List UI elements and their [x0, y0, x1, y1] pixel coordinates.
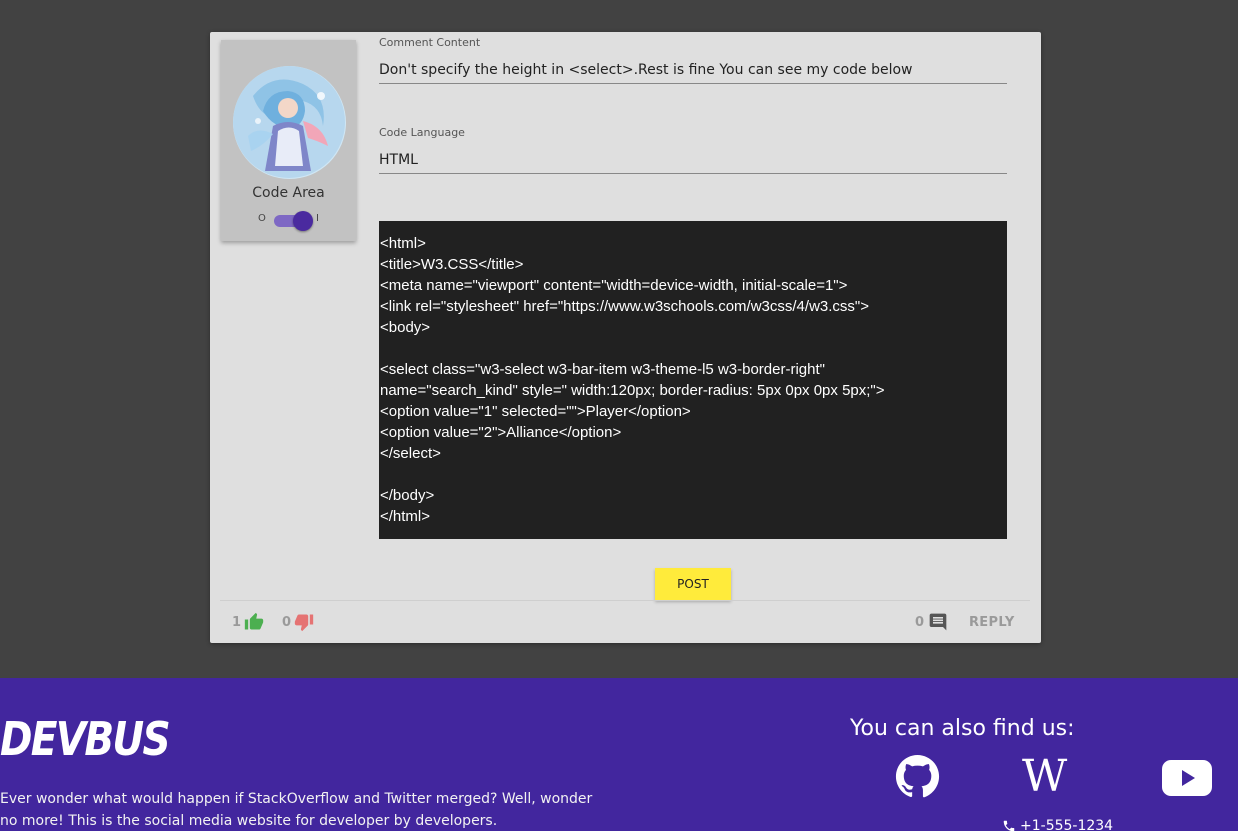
site-footer: DEVBUS Ever wonder what would happen if …: [0, 678, 1238, 831]
github-icon[interactable]: [895, 754, 940, 799]
avatar: [233, 66, 346, 179]
code-editor[interactable]: <html> <title>W3.CSS</title> <meta name=…: [379, 221, 1007, 539]
wikipedia-icon[interactable]: W: [1022, 752, 1067, 802]
phone-number: +1-555-1234: [1020, 818, 1114, 831]
code-area-label: Code Area: [252, 185, 325, 201]
toggle-knob[interactable]: [293, 211, 313, 231]
dislike-button[interactable]: 0: [282, 612, 314, 632]
find-us-heading: You can also find us:: [850, 716, 1075, 741]
profile-panel: Code Area O I: [221, 40, 356, 241]
code-language-input[interactable]: [379, 146, 1007, 174]
post-button[interactable]: POST: [655, 568, 731, 600]
reply-button[interactable]: REPLY: [969, 615, 1015, 630]
like-button[interactable]: 1: [232, 612, 264, 632]
footer-description: Ever wonder what would happen if StackOv…: [0, 791, 593, 829]
toggle-off-label: O: [258, 213, 266, 224]
brand-logo[interactable]: DEVBUS: [0, 712, 171, 766]
comment-content-input[interactable]: [379, 56, 1007, 84]
comments-button[interactable]: 0: [915, 612, 948, 632]
thumbs-down-icon: [294, 612, 314, 632]
comment-actions: 1 0 0 REPLY: [220, 600, 1030, 643]
phone-icon: [1002, 819, 1016, 831]
code-language-label: Code Language: [379, 126, 465, 139]
phone-contact: +1-555-1234: [1002, 818, 1113, 831]
dislike-count: 0: [282, 614, 292, 630]
comment-card: Code Area O I Comment Content Code Langu…: [210, 32, 1041, 643]
code-area-toggle[interactable]: [274, 211, 313, 231]
thumbs-up-icon: [244, 612, 264, 632]
like-count: 1: [232, 614, 242, 630]
youtube-icon[interactable]: [1162, 760, 1212, 796]
comment-content-label: Comment Content: [379, 36, 481, 49]
toggle-on-label: I: [316, 213, 319, 224]
comment-icon: [928, 612, 948, 632]
comment-count: 0: [915, 614, 925, 630]
